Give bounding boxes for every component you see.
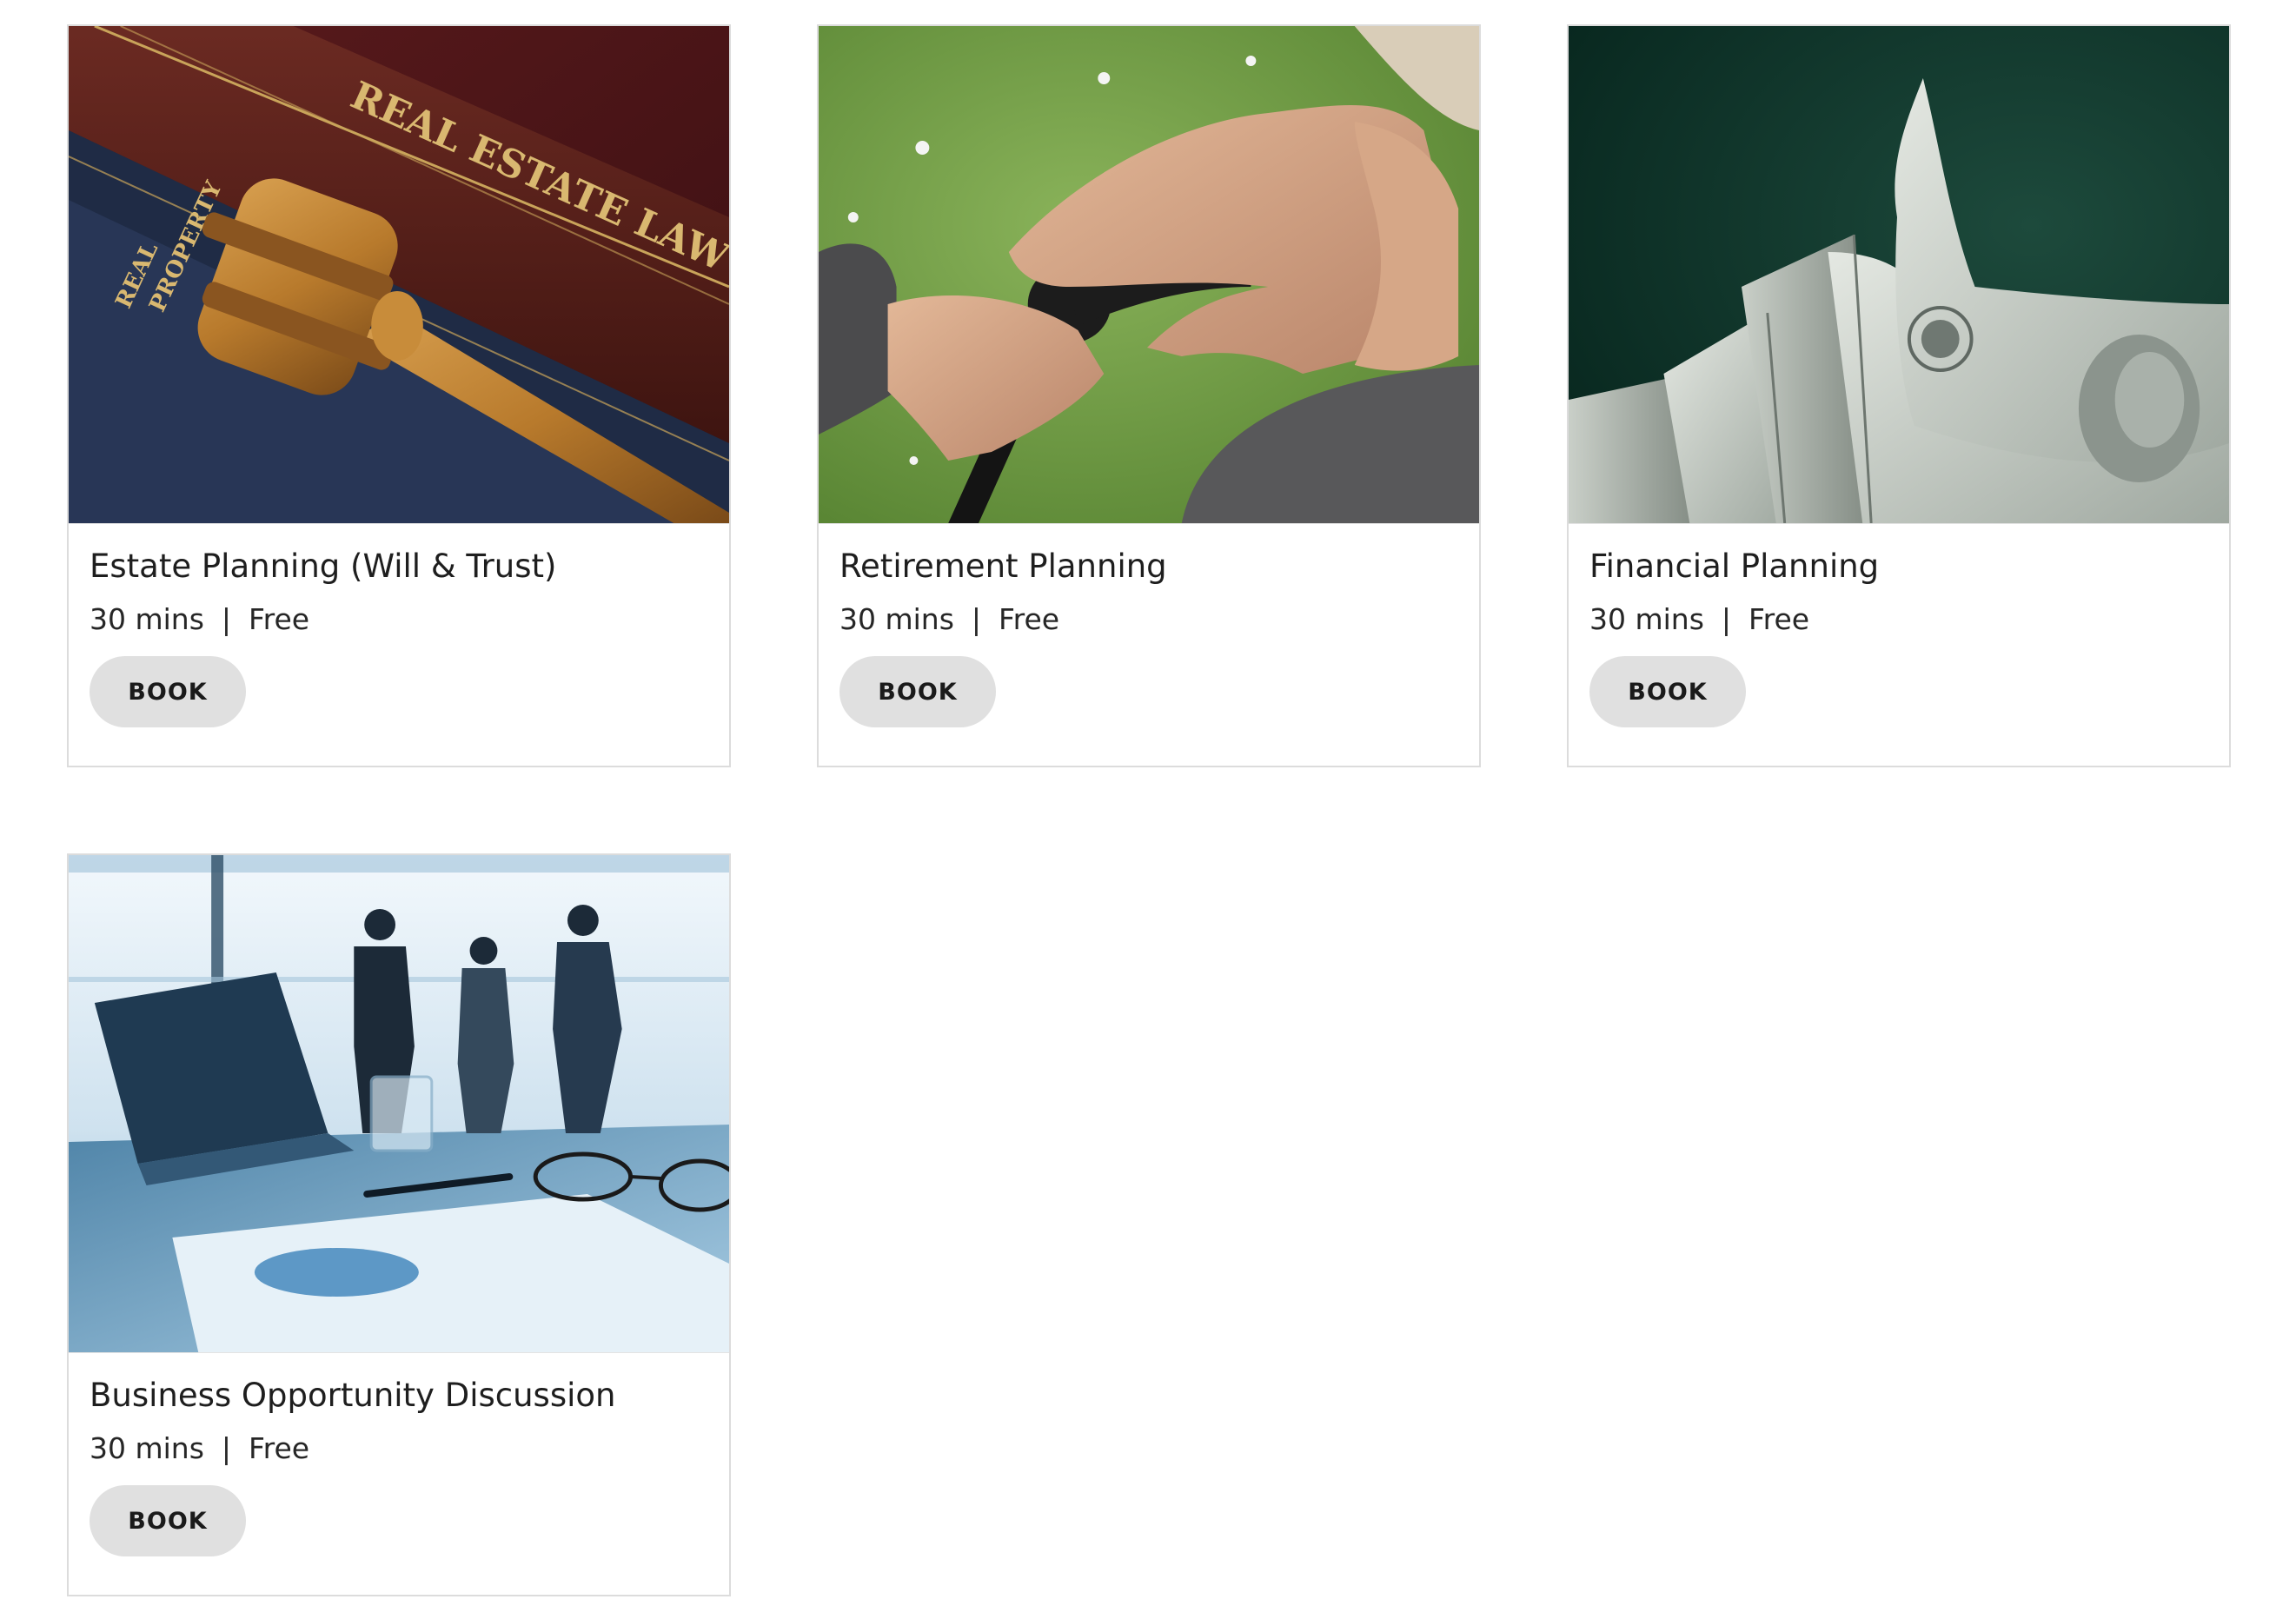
service-grid: REAL ESTATE LAW REAL PROPERTY Estate Pla… [67, 24, 2231, 1596]
book-button[interactable]: BOOK [1589, 656, 1746, 727]
service-meta: 30 mins | Free [1589, 602, 2208, 637]
service-price: Free [1749, 602, 1810, 636]
service-meta: 30 mins | Free [90, 1431, 708, 1466]
service-duration: 30 mins [90, 602, 204, 636]
service-duration: 30 mins [1589, 602, 1704, 636]
meta-separator: | [971, 602, 982, 636]
service-meta: 30 mins | Free [90, 602, 708, 637]
service-price: Free [249, 1431, 310, 1465]
meta-separator: | [1721, 602, 1732, 636]
book-button[interactable]: BOOK [90, 1485, 246, 1556]
financial-planning-image [1569, 26, 2229, 524]
service-card: Business Opportunity Discussion 30 mins |… [67, 853, 731, 1596]
meta-separator: | [221, 1431, 232, 1465]
service-name: Business Opportunity Discussion [90, 1377, 616, 1414]
service-price: Free [249, 602, 310, 636]
service-name: Retirement Planning [839, 548, 1167, 585]
estate-planning-image: REAL ESTATE LAW REAL PROPERTY [69, 26, 729, 524]
service-card: REAL ESTATE LAW REAL PROPERTY Estate Pla… [67, 24, 731, 767]
service-duration: 30 mins [839, 602, 954, 636]
service-card: Retirement Planning 30 mins | Free BOOK [817, 24, 1481, 767]
business-opportunity-image [69, 855, 729, 1353]
service-price: Free [999, 602, 1060, 636]
service-name: Estate Planning (Will & Trust) [90, 548, 557, 585]
meta-separator: | [221, 602, 232, 636]
book-button[interactable]: BOOK [90, 656, 246, 727]
retirement-planning-image [819, 26, 1479, 524]
service-card: Financial Planning 30 mins | Free BOOK [1567, 24, 2231, 767]
book-button[interactable]: BOOK [839, 656, 996, 727]
service-name: Financial Planning [1589, 548, 1880, 585]
service-meta: 30 mins | Free [839, 602, 1458, 637]
service-duration: 30 mins [90, 1431, 204, 1465]
